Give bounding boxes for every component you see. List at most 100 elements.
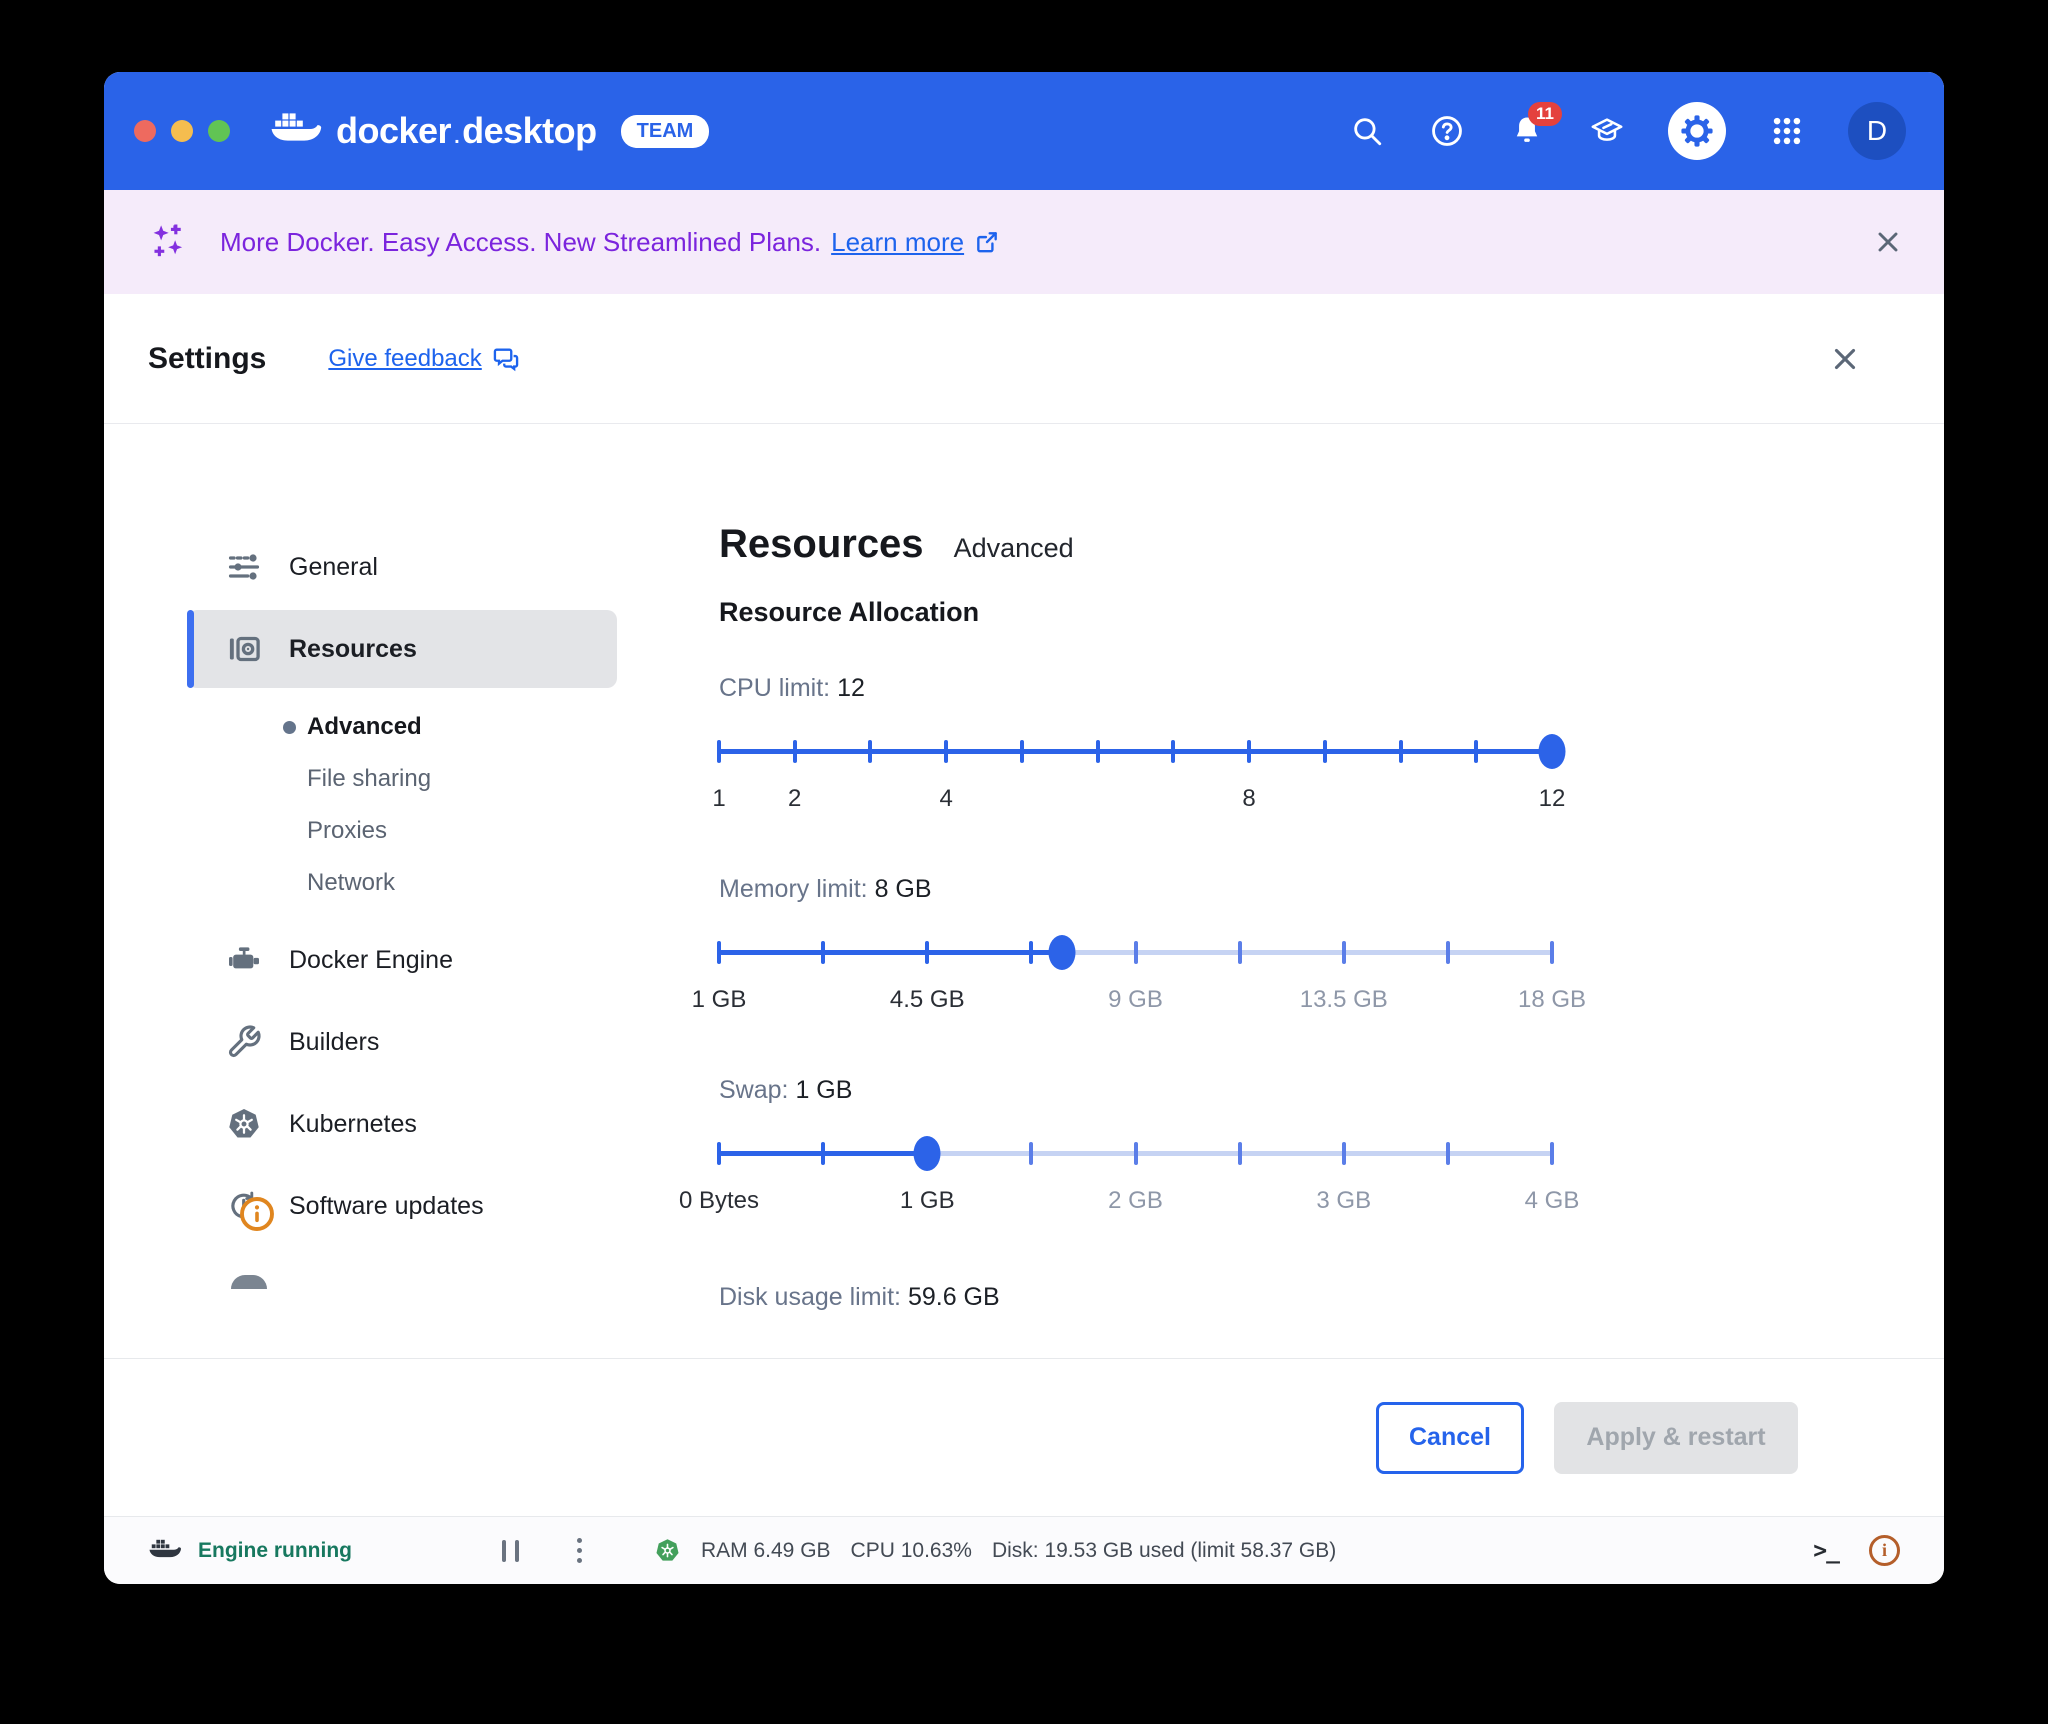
swap-slider[interactable] (717, 1131, 1554, 1175)
engine-icon (229, 947, 259, 969)
wrench-icon (228, 1025, 261, 1058)
slider-tick (1341, 1142, 1346, 1165)
pause-button[interactable] (501, 1539, 519, 1562)
banner-message: More Docker. Easy Access. New Streamline… (220, 226, 822, 257)
notifications-button[interactable]: 11 (1508, 102, 1562, 150)
slider-tick (1341, 941, 1346, 964)
notification-count-badge: 11 (1528, 102, 1562, 126)
cpu-stat: CPU 10.63% (850, 1538, 972, 1562)
slider-tick (1445, 941, 1450, 964)
slider-tick-label: 2 (788, 785, 802, 812)
active-bullet (283, 720, 296, 734)
subnav-item-advanced[interactable]: Advanced (187, 701, 617, 753)
user-avatar[interactable]: D (1848, 102, 1906, 160)
banner-close-button[interactable] (1872, 226, 1904, 258)
minimize-window-button[interactable] (171, 120, 193, 142)
ram-stat: RAM 6.49 GB (700, 1538, 831, 1562)
terminal-icon[interactable]: >_ (1813, 1538, 1840, 1564)
give-feedback-label: Give feedback (328, 344, 482, 372)
settings-button[interactable] (1668, 102, 1726, 160)
team-plan-badge: TEAM (620, 114, 710, 148)
subnav-item-network[interactable]: Network (187, 857, 617, 909)
slider-tick (1171, 740, 1176, 763)
sliders-icon (228, 554, 260, 580)
slider-thumb[interactable] (1048, 935, 1076, 970)
memory-limit-slider[interactable] (717, 930, 1554, 974)
apps-grid-button[interactable] (1768, 112, 1806, 150)
external-link-icon (977, 232, 997, 253)
graduation-cap-icon (1591, 118, 1623, 141)
sidebar-item-kubernetes[interactable]: Kubernetes (187, 1085, 617, 1163)
sidebar-item-general[interactable]: General (187, 528, 617, 606)
swap-label: Swap: 1 GB (719, 1076, 853, 1104)
sidebar-item-software-updates[interactable]: Software updates (187, 1167, 617, 1245)
cpu-slider-labels: 1 2 4 8 12 (712, 785, 1565, 817)
give-feedback-link[interactable]: Give feedback (328, 345, 519, 373)
question-circle-icon (1432, 116, 1462, 146)
slider-tick-label: 4 (939, 785, 953, 812)
slider-tick-label: 4 GB (1524, 1187, 1580, 1214)
slider-thumb[interactable] (1538, 734, 1566, 769)
learning-center-button[interactable] (1588, 112, 1626, 150)
slider-tick (1322, 740, 1327, 763)
slider-tick (925, 941, 930, 964)
slider-tick (1445, 1142, 1450, 1165)
page-title: Settings (148, 341, 267, 375)
docker-whale-status-icon (149, 1539, 182, 1557)
learn-more-link[interactable]: Learn more (831, 227, 964, 258)
apply-restart-button[interactable]: Apply & restart (1554, 1401, 1798, 1474)
slider-tick (717, 1142, 721, 1165)
slider-tick-label: 4.5 GB (889, 986, 965, 1013)
sparkles-icon (153, 224, 183, 257)
settings-footer: Cancel Apply & restart (104, 1358, 1944, 1516)
promo-banner: More Docker. Easy Access. New Streamline… (104, 190, 1944, 294)
docker-desktop-window: docker. desktop TEAM 11 D More Docker. E… (104, 72, 1944, 1584)
sidebar-item-resources[interactable]: Resources (187, 610, 617, 688)
slider-tick (1029, 1142, 1034, 1165)
subnav-item-file-sharing[interactable]: File sharing (187, 753, 617, 805)
slider-tick-label: 18 GB (1517, 986, 1587, 1013)
memory-limit-label: Memory limit: 8 GB (719, 875, 932, 903)
close-window-button[interactable] (134, 120, 156, 142)
disk-usage-limit-value: 59.6 GB (907, 1283, 1000, 1311)
resources-advanced-panel: Resources Advanced Resource Allocation C… (617, 424, 1586, 1358)
app-title: docker. desktop (336, 110, 597, 151)
panel-title: Resources (719, 522, 924, 566)
search-button[interactable] (1348, 112, 1386, 150)
slider-thumb[interactable] (913, 1136, 941, 1171)
cancel-button[interactable]: Cancel (1376, 1401, 1524, 1474)
disk-usage-limit-label: Disk usage limit: 59.6 GB (719, 1283, 1000, 1311)
slider-tick-label: 8 (1242, 785, 1256, 812)
update-info-badge-icon (240, 1197, 274, 1231)
status-bar: Engine running RAM 6.49 GB CPU 10.63% Di… (104, 1516, 1944, 1584)
docker-whale-icon (271, 113, 322, 141)
resources-subnav: Advanced File sharing Proxies Network (187, 701, 617, 909)
close-icon (1834, 348, 1856, 369)
more-options-button[interactable] (576, 1538, 582, 1563)
cpu-limit-slider[interactable] (717, 729, 1566, 773)
subnav-item-proxies[interactable]: Proxies (187, 805, 617, 857)
feedback-chat-icon (493, 348, 519, 371)
swap-group: Swap: 1 GB 0 Bytes 1 GB 2 GB 3 GB 4 GB (679, 1076, 1579, 1219)
titlebar: docker. desktop TEAM 11 D (104, 72, 1944, 190)
slider-tick (944, 740, 949, 763)
gear-icon (1681, 115, 1713, 147)
slider-tick (717, 740, 721, 763)
memory-limit-group: Memory limit: 8 GB 1 GB 4.5 GB 9 GB 13.5 GB… (692, 875, 1586, 1018)
slider-tick (1237, 1142, 1242, 1165)
info-icon[interactable]: i (1869, 1535, 1900, 1566)
settings-header: Settings Give feedback (104, 294, 1944, 424)
zoom-window-button[interactable] (208, 120, 230, 142)
slider-tick-label: 2 GB (1108, 1187, 1163, 1214)
sidebar-item-builders[interactable]: Builders (187, 1003, 617, 1081)
search-icon (1354, 118, 1382, 146)
memory-slider-labels: 1 GB 4.5 GB 9 GB 13.5 GB 18 GB (692, 986, 1586, 1018)
slider-tick (1019, 740, 1024, 763)
cpu-limit-value: 12 (837, 674, 865, 702)
help-button[interactable] (1428, 112, 1466, 150)
engine-status[interactable]: Engine running (148, 1537, 352, 1565)
settings-close-button[interactable] (1828, 342, 1862, 376)
sidebar-item-docker-engine[interactable]: Docker Engine (187, 921, 617, 999)
slider-tick-label: 1 GB (691, 986, 747, 1013)
slider-tick (1474, 740, 1479, 763)
